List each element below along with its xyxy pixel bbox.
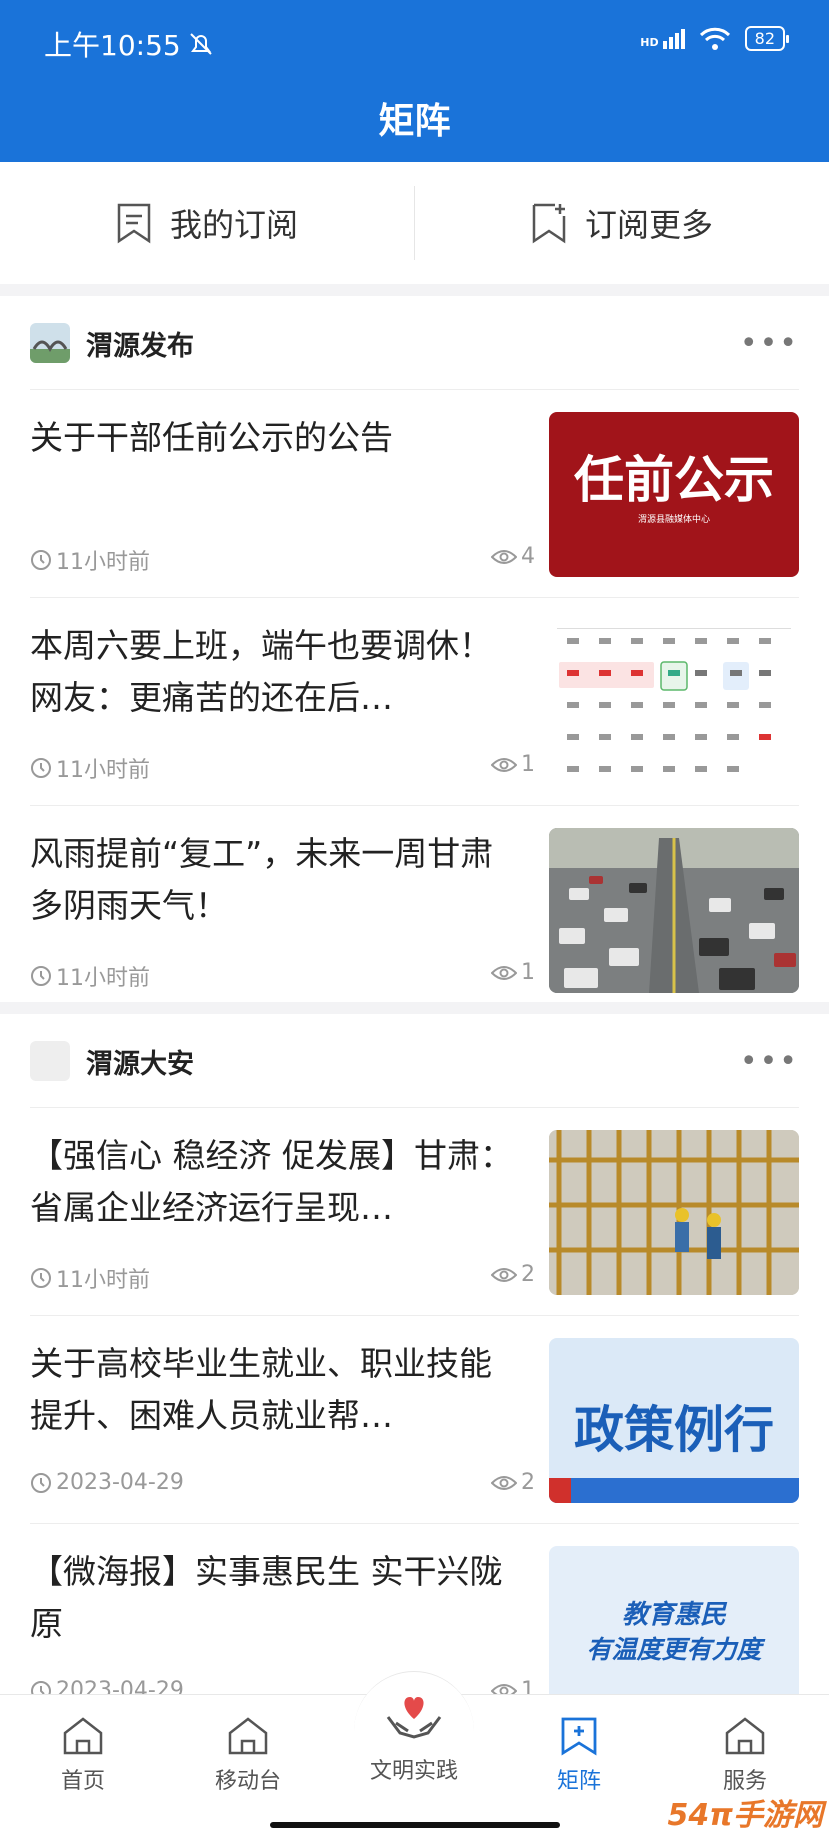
highway-traffic-image [549, 828, 799, 993]
bookmark-add-icon [561, 1717, 597, 1756]
news-title: 【强信心 稳经济 促发展】甘肃：省属企业经济运行呈现… [30, 1136, 513, 1227]
thumbnail-text: 政策例行 [574, 1401, 774, 1459]
tab-home[interactable]: 首页 [13, 1715, 153, 1795]
home-icon [725, 1717, 765, 1755]
eye-icon [491, 757, 517, 772]
status-bar: 上午10:55 HD 82 [0, 0, 829, 80]
tab-service[interactable]: 服务 [675, 1715, 815, 1795]
news-thumbnail: 政策例行 [549, 1338, 799, 1503]
eye-icon [491, 1267, 517, 1282]
subscribe-more-button[interactable]: 订阅更多 [415, 162, 829, 284]
news-item[interactable]: 风雨提前“复工”，未来一周甘肃多阴雨天气！ 11小时前 1 [30, 806, 799, 1014]
signal-icon: HD [640, 28, 685, 49]
news-title: 【微海报】实事惠民生 实干兴陇原 [30, 1552, 503, 1643]
news-item[interactable]: 关于高校毕业生就业、职业技能提升、困难人员就业帮… 2023-04-29 2 政… [30, 1316, 799, 1524]
news-item[interactable]: 【强信心 稳经济 促发展】甘肃：省属企业经济运行呈现… 11小时前 2 [30, 1108, 799, 1316]
subscribe-more-label: 订阅更多 [584, 206, 713, 244]
scaffolding-workers-image [549, 1130, 799, 1295]
news-time: 11小时前 [56, 758, 150, 783]
tab-matrix-label: 矩阵 [556, 1769, 601, 1794]
tab-home-label: 首页 [60, 1769, 105, 1794]
news-thumbnail [549, 620, 799, 785]
news-thumbnail [549, 828, 799, 993]
news-title: 关于干部任前公示的公告 [30, 418, 393, 457]
home-icon [228, 1717, 268, 1755]
channel-name[interactable]: 渭源大安 [86, 1042, 194, 1081]
wifi-icon [699, 27, 730, 50]
news-title: 本周六要上班，端午也要调休！网友：更痛苦的还在后… [30, 626, 492, 717]
status-time: 上午10:55 [44, 29, 181, 62]
battery-indicator: 82 [744, 26, 790, 51]
clock-icon [31, 966, 51, 986]
news-title: 关于高校毕业生就业、职业技能提升、困难人员就业帮… [30, 1344, 492, 1435]
subscribe-bar: 我的订阅 订阅更多 [0, 162, 829, 284]
channel-name[interactable]: 渭源发布 [86, 324, 194, 363]
clock-icon [31, 550, 51, 570]
eye-icon [491, 549, 517, 564]
news-thumbnail: 任前公示 渭源县融媒体中心 [549, 412, 799, 577]
news-time: 11小时前 [56, 550, 150, 575]
clock-icon [31, 1472, 51, 1493]
news-title: 风雨提前“复工”，未来一周甘肃多阴雨天气！ [30, 834, 494, 925]
home-indicator [270, 1822, 560, 1828]
calendar-image [557, 628, 791, 772]
thumbnail-text: 教育惠民 [621, 1600, 726, 1630]
news-time: 11小时前 [56, 966, 150, 991]
mute-icon [189, 33, 212, 55]
news-thumbnail: 教育惠民 有温度更有力度 [549, 1546, 799, 1711]
channel-section: 渭源发布 ••• 关于干部任前公示的公告 11小时前 4 任前公示 渭源县融媒体… [0, 296, 829, 1002]
eye-icon [491, 1475, 517, 1490]
tab-mobile-label: 移动台 [214, 1769, 281, 1794]
page-title: 矩阵 [378, 101, 451, 142]
tab-matrix[interactable]: 矩阵 [509, 1715, 649, 1795]
news-thumbnail [549, 1130, 799, 1295]
tab-civilization-label: 文明实践 [369, 1759, 458, 1784]
clock-icon [31, 1268, 51, 1288]
news-time: 2023-04-29 [56, 1470, 184, 1495]
watermark: 54π手游网 [667, 1798, 823, 1833]
bookmark-list-icon [117, 203, 151, 244]
news-time: 11小时前 [56, 1268, 150, 1293]
news-views: 2 [521, 1470, 535, 1495]
news-views: 2 [521, 1262, 535, 1287]
home-icon [63, 1717, 103, 1755]
thumbnail-text: 任前公示 [574, 450, 774, 509]
news-views: 1 [521, 752, 535, 777]
thumbnail-subtext: 有温度更有力度 [586, 1635, 762, 1664]
news-views: 4 [521, 544, 535, 569]
app-header: 上午10:55 HD 82 矩阵 [0, 0, 829, 162]
more-options-button[interactable]: ••• [740, 326, 799, 361]
clock-icon [31, 758, 51, 778]
tab-mobile[interactable]: 移动台 [178, 1715, 318, 1795]
news-item[interactable]: 关于干部任前公示的公告 11小时前 4 任前公示 渭源县融媒体中心 [30, 390, 799, 598]
my-subscriptions-label: 我的订阅 [169, 206, 298, 244]
thumbnail-subtext: 渭源县融媒体中心 [637, 515, 710, 525]
heart-hands-icon [386, 1697, 442, 1739]
more-options-button[interactable]: ••• [740, 1044, 799, 1079]
news-item[interactable]: 本周六要上班，端午也要调休！网友：更痛苦的还在后… 11小时前 1 [30, 598, 799, 806]
my-subscriptions-button[interactable]: 我的订阅 [0, 162, 414, 284]
eye-icon [491, 965, 517, 980]
bookmark-add-icon [532, 203, 566, 244]
section-header: 渭源发布 ••• [30, 296, 799, 390]
tab-civilization[interactable]: 文明实践 [344, 1689, 484, 1785]
channel-logo[interactable] [30, 323, 70, 363]
news-views: 1 [521, 960, 535, 985]
channel-logo[interactable] [30, 1041, 70, 1081]
channel-section: 渭源大安 ••• 【强信心 稳经济 促发展】甘肃：省属企业经济运行呈现… 11小… [0, 1014, 829, 1711]
section-header: 渭源大安 ••• [30, 1014, 799, 1108]
